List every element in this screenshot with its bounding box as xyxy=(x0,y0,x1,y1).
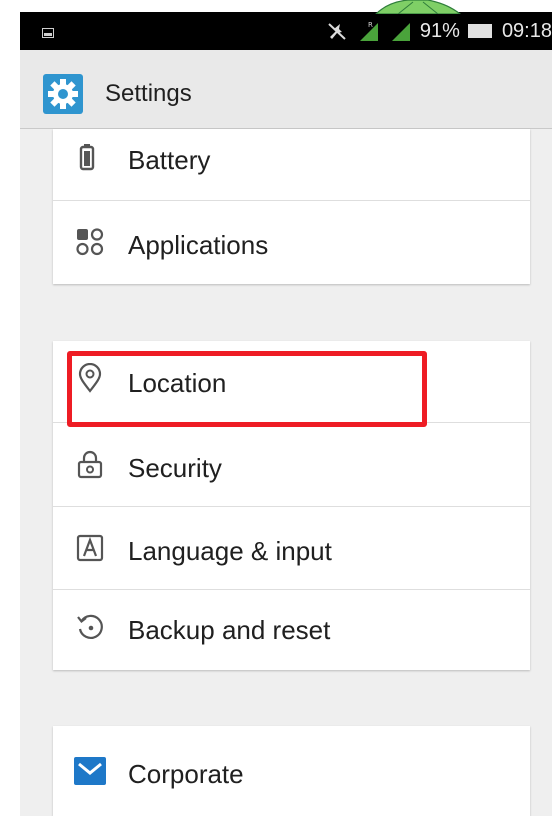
settings-item-corporate[interactable]: Corporate xyxy=(53,726,530,816)
settings-item-label: Corporate xyxy=(128,759,244,789)
mute-icon xyxy=(328,23,346,40)
settings-item-applications[interactable]: Applications xyxy=(53,201,530,284)
lock-icon xyxy=(77,450,103,479)
status-bar: R 91% 09:18 xyxy=(20,12,552,50)
battery-percent: 91% xyxy=(419,19,460,42)
screenshot-notification-icon xyxy=(42,28,54,38)
battery-status-icon xyxy=(467,24,492,38)
settings-list: Battery Applications Location Security L… xyxy=(20,129,552,816)
settings-item-battery[interactable]: Battery xyxy=(53,129,530,201)
settings-item-label: Language & input xyxy=(128,536,332,566)
settings-card-device: Battery Applications xyxy=(53,129,530,284)
keyboard-a-icon xyxy=(76,534,104,562)
decorative-leaf-icon xyxy=(375,0,461,14)
settings-item-backup-reset[interactable]: Backup and reset xyxy=(53,590,530,670)
settings-item-label: Applications xyxy=(128,230,269,260)
settings-item-label: Security xyxy=(128,453,222,483)
settings-item-label: Backup and reset xyxy=(128,615,331,645)
settings-item-label: Battery xyxy=(128,145,211,175)
svg-text:R: R xyxy=(368,21,373,29)
battery-icon xyxy=(79,144,95,171)
settings-item-language-input[interactable]: Language & input xyxy=(53,507,530,590)
settings-item-security[interactable]: Security xyxy=(53,423,530,507)
clock: 09:18 xyxy=(501,19,552,42)
location-highlight-box xyxy=(67,351,427,427)
mail-icon xyxy=(74,757,106,785)
gear-icon[interactable] xyxy=(43,74,83,114)
page-title: Settings xyxy=(105,80,192,107)
signal-icon xyxy=(391,23,410,41)
settings-card-accounts: Corporate xyxy=(53,726,530,816)
action-bar: Settings xyxy=(20,50,552,129)
signal-roaming-icon: R xyxy=(359,21,378,41)
restore-icon xyxy=(77,614,103,639)
apps-grid-icon xyxy=(76,228,104,256)
